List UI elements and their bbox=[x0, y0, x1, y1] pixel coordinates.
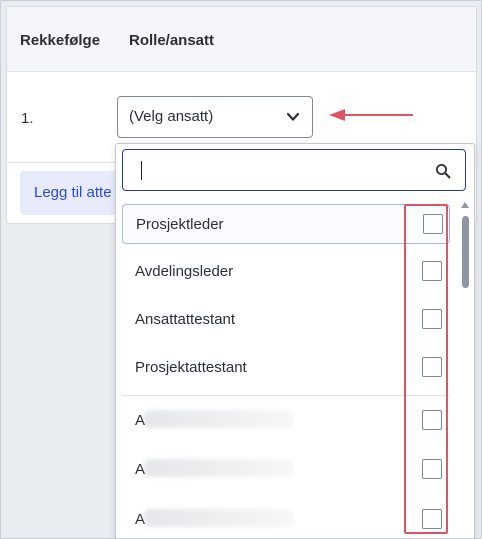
option-label: Ansattattestant bbox=[135, 311, 236, 328]
option-employee[interactable]: A bbox=[122, 401, 450, 441]
annotation-arrow-icon bbox=[329, 109, 413, 121]
scrollbar-thumb[interactable] bbox=[462, 216, 469, 288]
row-number: 1. bbox=[21, 110, 34, 127]
redacted-name bbox=[144, 509, 294, 527]
redacted-name bbox=[144, 410, 294, 428]
column-header-role: Rolle/ansatt bbox=[129, 32, 215, 49]
chevron-down-icon bbox=[286, 112, 300, 121]
option-employee[interactable]: A bbox=[122, 450, 450, 490]
option-label: Prosjektattestant bbox=[135, 359, 247, 376]
column-header-order: Rekkefølge bbox=[20, 32, 101, 49]
scroll-up-icon[interactable] bbox=[461, 202, 469, 208]
option-prosjektattestant[interactable]: Prosjektattestant bbox=[122, 348, 450, 388]
select-value: (Velg ansatt) bbox=[129, 108, 214, 125]
text-caret bbox=[141, 161, 142, 180]
option-employee[interactable]: A bbox=[122, 500, 450, 538]
option-prosjektleder[interactable]: Prosjektleder bbox=[122, 204, 450, 244]
redacted-name bbox=[144, 459, 294, 477]
employee-select[interactable]: (Velg ansatt) bbox=[117, 96, 313, 138]
window: Rekkefølge Rolle/ansatt 1. (Velg ansatt)… bbox=[0, 0, 482, 539]
scrollbar[interactable] bbox=[460, 202, 470, 538]
option-label: Avdelingsleder bbox=[135, 263, 234, 280]
option-avdelingsleder[interactable]: Avdelingsleder bbox=[122, 252, 450, 292]
add-approver-label: Legg til atte bbox=[34, 184, 112, 201]
divider bbox=[122, 395, 450, 396]
table-header: Rekkefølge Rolle/ansatt bbox=[7, 7, 476, 72]
search-input[interactable] bbox=[122, 149, 466, 191]
search-icon bbox=[436, 164, 451, 179]
option-label: Prosjektleder bbox=[136, 216, 224, 233]
option-ansattattestant[interactable]: Ansattattestant bbox=[122, 300, 450, 340]
checkbox-highlight-box bbox=[404, 204, 448, 534]
